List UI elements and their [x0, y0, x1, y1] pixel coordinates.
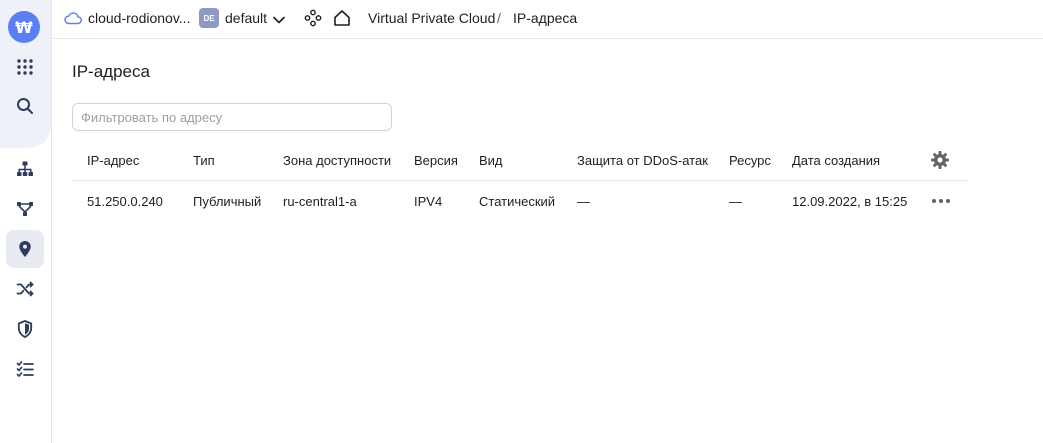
cell-ddos: — [577, 193, 590, 209]
column-header-kind[interactable]: Вид [479, 140, 503, 180]
routes-icon[interactable] [6, 190, 44, 228]
cell-kind: Статический [479, 193, 556, 209]
column-header-ip[interactable]: IP-адрес [87, 140, 139, 180]
cloud-logo-icon[interactable]: ₩ [8, 11, 40, 43]
column-header-resource[interactable]: Ресурс [729, 140, 771, 180]
cell-version: IPV4 [414, 193, 443, 209]
column-header-ddos[interactable]: Защита от DDoS-атак [577, 140, 708, 180]
breadcrumb-separator: / [497, 10, 501, 26]
ip-table: IP-адрес Тип Зона доступности Версия Вид… [72, 140, 969, 221]
page-title: IP-адреса [72, 62, 150, 81]
breadcrumb-service-link[interactable]: Virtual Private Cloud [368, 10, 495, 26]
apps-grid-icon[interactable] [6, 48, 44, 86]
column-header-version[interactable]: Версия [414, 140, 458, 180]
table-settings-gear-icon[interactable] [930, 140, 950, 180]
cell-ip: 51.250.0.240 [87, 193, 163, 209]
resource-graph-icon[interactable] [304, 9, 322, 30]
shuffle-icon[interactable] [6, 270, 44, 308]
chevron-down-icon[interactable] [272, 13, 286, 28]
folder-badge: DE [199, 8, 219, 28]
search-icon[interactable] [6, 87, 44, 125]
cell-created: 12.09.2022, в 15:25 [792, 193, 908, 209]
home-icon[interactable] [332, 8, 352, 31]
address-filter-input[interactable] [72, 103, 392, 131]
breadcrumb-current: IP-адреса [513, 10, 578, 26]
checklist-icon[interactable] [6, 350, 44, 388]
cloud-icon [64, 11, 82, 28]
location-pin-icon[interactable] [6, 230, 44, 268]
table-row[interactable]: 51.250.0.240 Публичный ru-central1-a IPV… [72, 181, 969, 221]
cell-zone: ru-central1-a [283, 193, 357, 209]
top-bar: cloud-rodionov... DE default Virtual Pri… [52, 0, 1043, 39]
cell-type: Публичный [193, 193, 262, 209]
cloud-selector[interactable]: cloud-rodionov... [88, 10, 190, 26]
shield-icon[interactable] [6, 310, 44, 348]
column-header-zone[interactable]: Зона доступности [283, 140, 391, 180]
network-icon[interactable] [6, 150, 44, 188]
left-rail: ₩ [0, 0, 52, 443]
cell-resource: — [729, 193, 742, 209]
row-actions-more-icon[interactable] [932, 181, 950, 221]
folder-selector[interactable]: default [225, 10, 267, 26]
column-header-created[interactable]: Дата создания [792, 140, 880, 180]
column-header-type[interactable]: Тип [193, 140, 215, 180]
table-header: IP-адрес Тип Зона доступности Версия Вид… [72, 140, 969, 181]
